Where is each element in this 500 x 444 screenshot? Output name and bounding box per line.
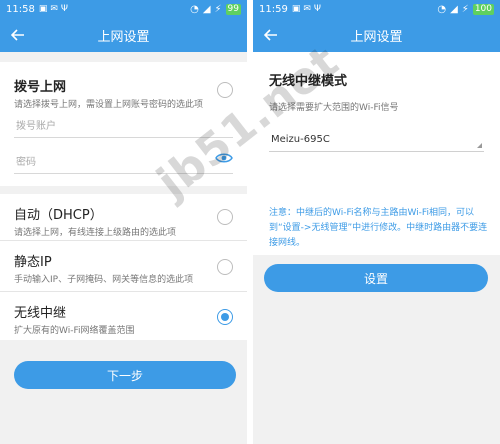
- page-title: 上网设置: [97, 29, 150, 45]
- image-icon: ▣: [291, 4, 301, 14]
- app-bar: 上网设置: [0, 18, 247, 52]
- status-time: 11:59: [259, 3, 288, 15]
- app-bar: 上网设置: [253, 18, 500, 52]
- pppoe-subtitle: 请选择拨号上网，需设置上网账号密码的选此项: [14, 100, 204, 110]
- status-time: 11:58: [6, 3, 35, 15]
- static-ip-option[interactable]: 静态IP 手动输入IP、子网掩码、网关等信息的选此项: [0, 241, 247, 291]
- message-icon: ✉: [303, 4, 311, 14]
- pppoe-option[interactable]: 拨号上网 请选择拨号上网，需设置上网账号密码的选此项 拨号账户 密码: [0, 62, 247, 186]
- password-placeholder: 密码: [16, 157, 36, 168]
- bolt-icon: ⚡: [461, 3, 469, 15]
- next-button[interactable]: 下一步: [14, 361, 236, 389]
- static-ip-title: 静态IP: [14, 255, 52, 270]
- show-password-toggle[interactable]: [215, 152, 233, 167]
- usb-icon: Ψ: [313, 4, 321, 14]
- page-title: 上网设置: [350, 29, 403, 45]
- back-button[interactable]: [253, 18, 289, 52]
- dhcp-subtitle: 请选择上网，有线连接上级路由的选此项: [14, 228, 177, 238]
- wifi-icon: ◔: [437, 3, 447, 15]
- static-ip-subtitle: 手动输入IP、子网掩码、网关等信息的选此项: [14, 275, 194, 285]
- dhcp-radio[interactable]: [217, 209, 233, 225]
- signal-icon: ◢: [202, 3, 211, 15]
- arrow-left-icon: [11, 29, 24, 41]
- status-right: ◔ ◢ ⚡ 99: [190, 0, 241, 18]
- repeater-note: 注意：中继后的Wi-Fi名称与主路由Wi-Fi相同，可以到“设置->无线管理”中…: [269, 208, 488, 248]
- dhcp-option[interactable]: 自动（DHCP） 请选择上网，有线连接上级路由的选此项: [0, 194, 247, 240]
- message-icon: ✉: [50, 4, 58, 14]
- status-bar: 11:59 ▣ ✉ Ψ ◔ ◢ ⚡ 100: [253, 0, 500, 18]
- image-icon: ▣: [38, 4, 48, 14]
- right-screen: 11:59 ▣ ✉ Ψ ◔ ◢ ⚡ 100 上网设置 无线中继模式 请选择需要扩…: [253, 0, 500, 444]
- notification-icons: ▣ ✉ Ψ: [292, 4, 321, 14]
- status-right: ◔ ◢ ⚡ 100: [437, 0, 494, 18]
- eye-icon: [215, 153, 233, 163]
- pppoe-radio[interactable]: [217, 82, 233, 98]
- bolt-icon: ⚡: [214, 3, 222, 15]
- password-field[interactable]: 密码: [14, 148, 233, 174]
- repeater-option[interactable]: 无线中继 扩大原有的Wi-Fi网络覆盖范围: [0, 292, 247, 340]
- left-screen: 11:58 ▣ ✉ Ψ ◔ ◢ ⚡ 99 上网设置 拨号上网 请选择拨号上网，需…: [0, 0, 247, 444]
- repeater-mode-subtitle: 请选择需要扩大范围的Wi-Fi信号: [269, 103, 399, 113]
- wifi-ssid-select[interactable]: Meizu-695C: [269, 128, 484, 152]
- battery-level: 100: [472, 3, 494, 15]
- repeater-radio[interactable]: [217, 309, 233, 325]
- account-field[interactable]: 拨号账户: [14, 112, 233, 138]
- battery-level: 99: [225, 3, 241, 15]
- repeater-config-panel: 无线中继模式 请选择需要扩大范围的Wi-Fi信号 Meizu-695C 注意：中…: [253, 52, 500, 255]
- repeater-subtitle: 扩大原有的Wi-Fi网络覆盖范围: [14, 326, 135, 336]
- selected-ssid: Meizu-695C: [271, 134, 330, 145]
- static-ip-radio[interactable]: [217, 259, 233, 275]
- account-placeholder: 拨号账户: [16, 121, 56, 132]
- notification-icons: ▣ ✉ Ψ: [39, 4, 68, 14]
- repeater-title: 无线中继: [14, 306, 67, 321]
- repeater-mode-title: 无线中继模式: [269, 74, 348, 89]
- settings-button[interactable]: 设置: [264, 264, 488, 292]
- wifi-icon: ◔: [190, 3, 199, 15]
- dhcp-title: 自动（DHCP）: [14, 208, 103, 223]
- usb-icon: Ψ: [60, 4, 68, 14]
- dropdown-arrow-icon: [477, 143, 482, 148]
- pppoe-title: 拨号上网: [14, 80, 67, 95]
- status-bar: 11:58 ▣ ✉ Ψ ◔ ◢ ⚡ 99: [0, 0, 247, 18]
- back-button[interactable]: [0, 18, 36, 52]
- arrow-left-icon: [264, 29, 277, 41]
- signal-icon: ◢: [450, 3, 458, 15]
